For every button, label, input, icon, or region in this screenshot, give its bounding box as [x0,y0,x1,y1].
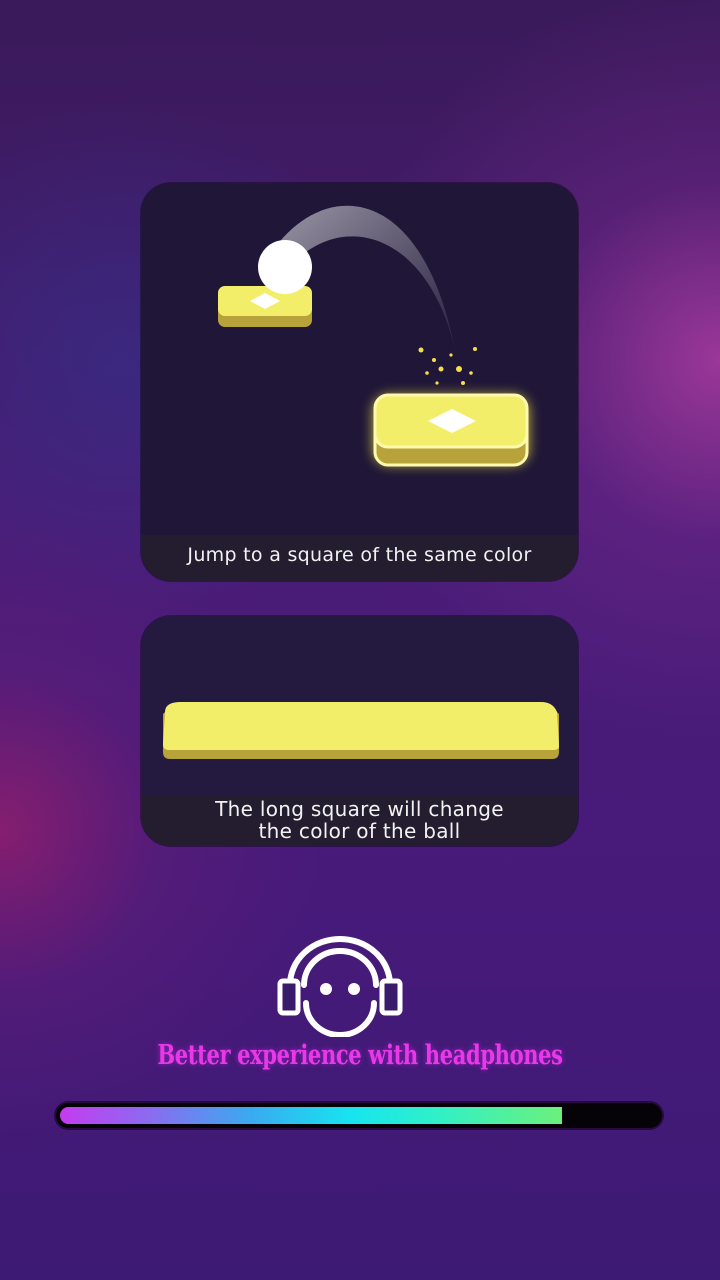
tutorial-card-long-square: The long square will change the color of… [141,616,578,846]
card2-caption-line2: the color of the ball [258,819,461,843]
loading-progress-fill [60,1107,562,1124]
long-tile-illustration [163,702,559,759]
card1-caption: Jump to a square of the same color [141,535,578,581]
sparkles [418,347,477,385]
jump-illustration [218,205,529,467]
long-tile [163,702,559,759]
headphones-icon [277,936,403,1037]
ball-icon [258,240,312,294]
card2-caption-line1: The long square will change [215,797,504,821]
headphones-hint: Better experience with headphones [157,1040,563,1071]
small-tile [218,286,312,327]
loading-progress-bar [56,1103,662,1128]
card2-caption: The long square will change the color of… [141,796,578,846]
tutorial-card-jump: Jump to a square of the same color [141,183,578,581]
glowing-tile [373,393,529,467]
